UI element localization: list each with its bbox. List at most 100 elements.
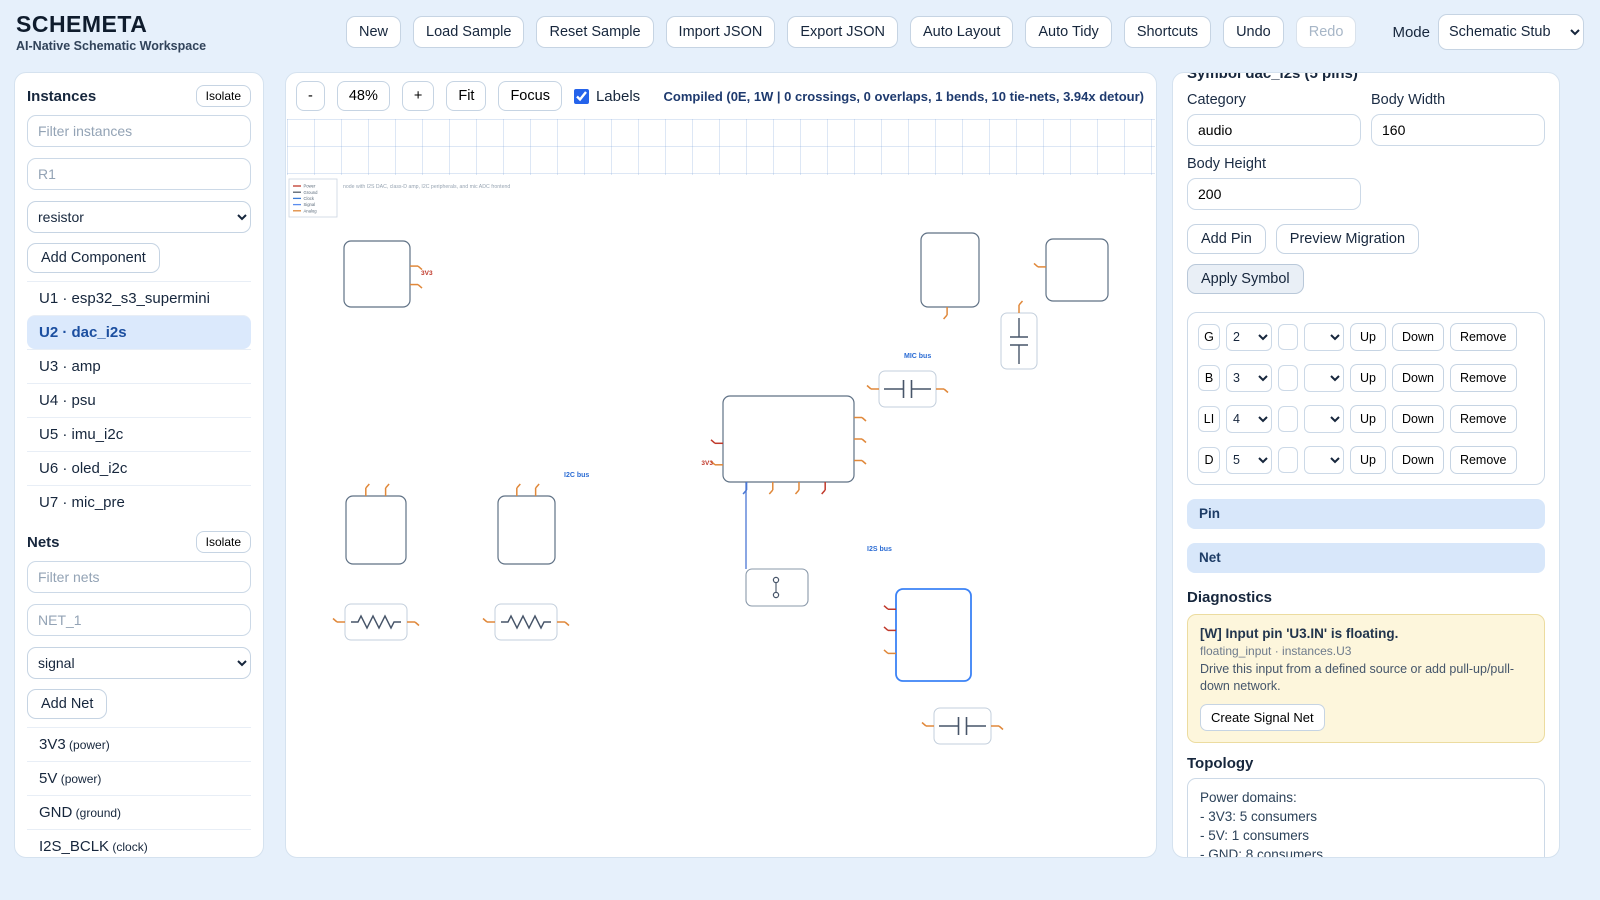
pin-section-header[interactable]: Pin (1187, 499, 1545, 529)
mode-select[interactable]: Schematic Stub (1438, 14, 1584, 50)
labels-toggle[interactable]: Labels (573, 87, 641, 105)
connector-symbol[interactable] (745, 568, 809, 607)
pin-editor-list: 2UpDownRemove3UpDownRemove4UpDownRemove5… (1187, 312, 1545, 485)
pin-up-button[interactable]: Up (1350, 446, 1386, 474)
instance-item[interactable]: U5 · imu_i2c (27, 417, 251, 451)
pin-remove-button[interactable]: Remove (1449, 323, 1517, 351)
instance-item[interactable]: U6 · oled_i2c (27, 451, 251, 485)
schematic-canvas[interactable]: MIC bus I2C bus I2S bus 3V3 3V3 PowerGroundCl… (287, 119, 1155, 858)
pin-up-button[interactable]: Up (1350, 323, 1386, 351)
pin-remove-button[interactable]: Remove (1449, 364, 1517, 392)
filter-nets-input[interactable] (27, 561, 251, 593)
ic-symbol[interactable] (497, 495, 556, 565)
filter-instances-input[interactable] (27, 115, 251, 147)
pin-side-select[interactable] (1304, 364, 1344, 392)
pin-down-button[interactable]: Down (1391, 405, 1444, 433)
zoom-level[interactable]: 48% (336, 81, 390, 111)
labels-label: Labels (595, 87, 641, 105)
pin-marker (943, 388, 949, 394)
ic-symbol-selected[interactable] (895, 588, 972, 682)
pin-marker (710, 439, 716, 444)
net-item[interactable]: GND (ground) (27, 795, 251, 829)
topology-line: - 3V3: 5 consumers (1200, 808, 1318, 824)
pin-side-select[interactable] (1304, 405, 1344, 433)
left-sidebar[interactable]: Instances Isolate resistor Add Component… (14, 72, 264, 858)
header-button-shortcuts[interactable]: Shortcuts (1123, 16, 1212, 48)
ic-symbol[interactable] (1045, 238, 1109, 302)
pin-remove-button[interactable]: Remove (1449, 446, 1517, 474)
pin-up-button[interactable]: Up (1350, 364, 1386, 392)
body-width-input[interactable] (1371, 114, 1545, 146)
pin-down-button[interactable]: Down (1391, 446, 1444, 474)
ic-symbol[interactable] (722, 395, 855, 483)
add-pin-button[interactable]: Add Pin (1187, 224, 1266, 254)
add-net-button[interactable]: Add Net (27, 689, 108, 719)
create-signal-net-button[interactable]: Create Signal Net (1200, 703, 1325, 731)
pin-marker (482, 617, 488, 623)
pin-extra-input[interactable] (1278, 447, 1298, 473)
nets-header-row: Nets Isolate (27, 531, 251, 553)
header-button-undo[interactable]: Undo (1223, 16, 1284, 48)
pin-side-select[interactable] (1304, 323, 1344, 351)
ic-symbol[interactable] (343, 240, 411, 308)
isolate-instances-button[interactable]: Isolate (195, 85, 251, 107)
pin-row: 2 UpDownRemove (1198, 323, 1534, 351)
header-button-import-json[interactable]: Import JSON (665, 16, 776, 48)
nets-heading: Nets (27, 533, 60, 551)
pin-name-input[interactable] (1198, 447, 1220, 473)
new-net-name-input[interactable] (27, 604, 251, 636)
pin-marker (417, 283, 423, 289)
category-input[interactable] (1187, 114, 1361, 146)
ic-symbol[interactable] (920, 232, 980, 308)
pin-extra-input[interactable] (1278, 365, 1298, 391)
add-component-button[interactable]: Add Component (27, 243, 160, 273)
header-button-new[interactable]: New (346, 16, 402, 48)
pin-number-select[interactable]: 5 (1226, 446, 1272, 474)
pin-marker (821, 489, 826, 495)
header-button-reset-sample[interactable]: Reset Sample (536, 16, 654, 48)
pin-extra-input[interactable] (1278, 406, 1298, 432)
net-item[interactable]: I2S_BCLK (clock) (27, 829, 251, 857)
pin-name-input[interactable] (1198, 365, 1220, 391)
ic-symbol[interactable] (345, 495, 407, 565)
pin-remove-button[interactable]: Remove (1449, 405, 1517, 433)
apply-symbol-button[interactable]: Apply Symbol (1187, 264, 1304, 294)
header-button-auto-tidy[interactable]: Auto Tidy (1025, 16, 1112, 48)
pin-number-select[interactable]: 3 (1226, 364, 1272, 392)
instance-item[interactable]: U3 · amp (27, 349, 251, 383)
header-button-auto-layout[interactable]: Auto Layout (909, 16, 1014, 48)
instance-item[interactable]: U1 · esp32_s3_supermini (27, 281, 251, 315)
pin-number-select[interactable]: 4 (1226, 405, 1272, 433)
right-sidebar[interactable]: Symbol dac_i2s (5 pins) Category Body Wi… (1172, 72, 1560, 858)
zoom-out-button[interactable]: - (296, 81, 325, 111)
body-height-input[interactable] (1187, 178, 1361, 210)
pin-up-button[interactable]: Up (1350, 405, 1386, 433)
pin-name-input[interactable] (1198, 324, 1220, 350)
pin-extra-input[interactable] (1278, 324, 1298, 350)
new-instance-name-input[interactable] (27, 158, 251, 190)
pin-number-select[interactable]: 2 (1226, 323, 1272, 351)
net-item[interactable]: 5V (power) (27, 761, 251, 795)
net-type-select[interactable]: signal (27, 647, 251, 679)
warning-body: Drive this input from a defined source o… (1200, 662, 1515, 693)
header-button-load-sample[interactable]: Load Sample (413, 16, 525, 48)
legend-entry-label: Clock (304, 196, 315, 201)
instance-item[interactable]: U2 · dac_i2s (27, 315, 251, 349)
fit-button[interactable]: Fit (446, 81, 487, 111)
pin-down-button[interactable]: Down (1391, 364, 1444, 392)
pin-name-input[interactable] (1198, 406, 1220, 432)
labels-checkbox[interactable] (573, 88, 589, 104)
instance-item[interactable]: U7 · mic_pre (27, 485, 251, 519)
instances-header-row: Instances Isolate (27, 85, 251, 107)
instance-item[interactable]: U4 · psu (27, 383, 251, 417)
header-button-export-json[interactable]: Export JSON (787, 16, 898, 48)
zoom-in-button[interactable]: + (401, 81, 435, 111)
pin-down-button[interactable]: Down (1391, 323, 1444, 351)
net-section-header[interactable]: Net (1187, 543, 1545, 573)
isolate-nets-button[interactable]: Isolate (195, 531, 251, 553)
preview-migration-button[interactable]: Preview Migration (1275, 224, 1420, 254)
pin-side-select[interactable] (1304, 446, 1344, 474)
instance-type-select[interactable]: resistor (27, 201, 251, 233)
focus-button[interactable]: Focus (498, 81, 562, 111)
net-item[interactable]: 3V3 (power) (27, 727, 251, 761)
